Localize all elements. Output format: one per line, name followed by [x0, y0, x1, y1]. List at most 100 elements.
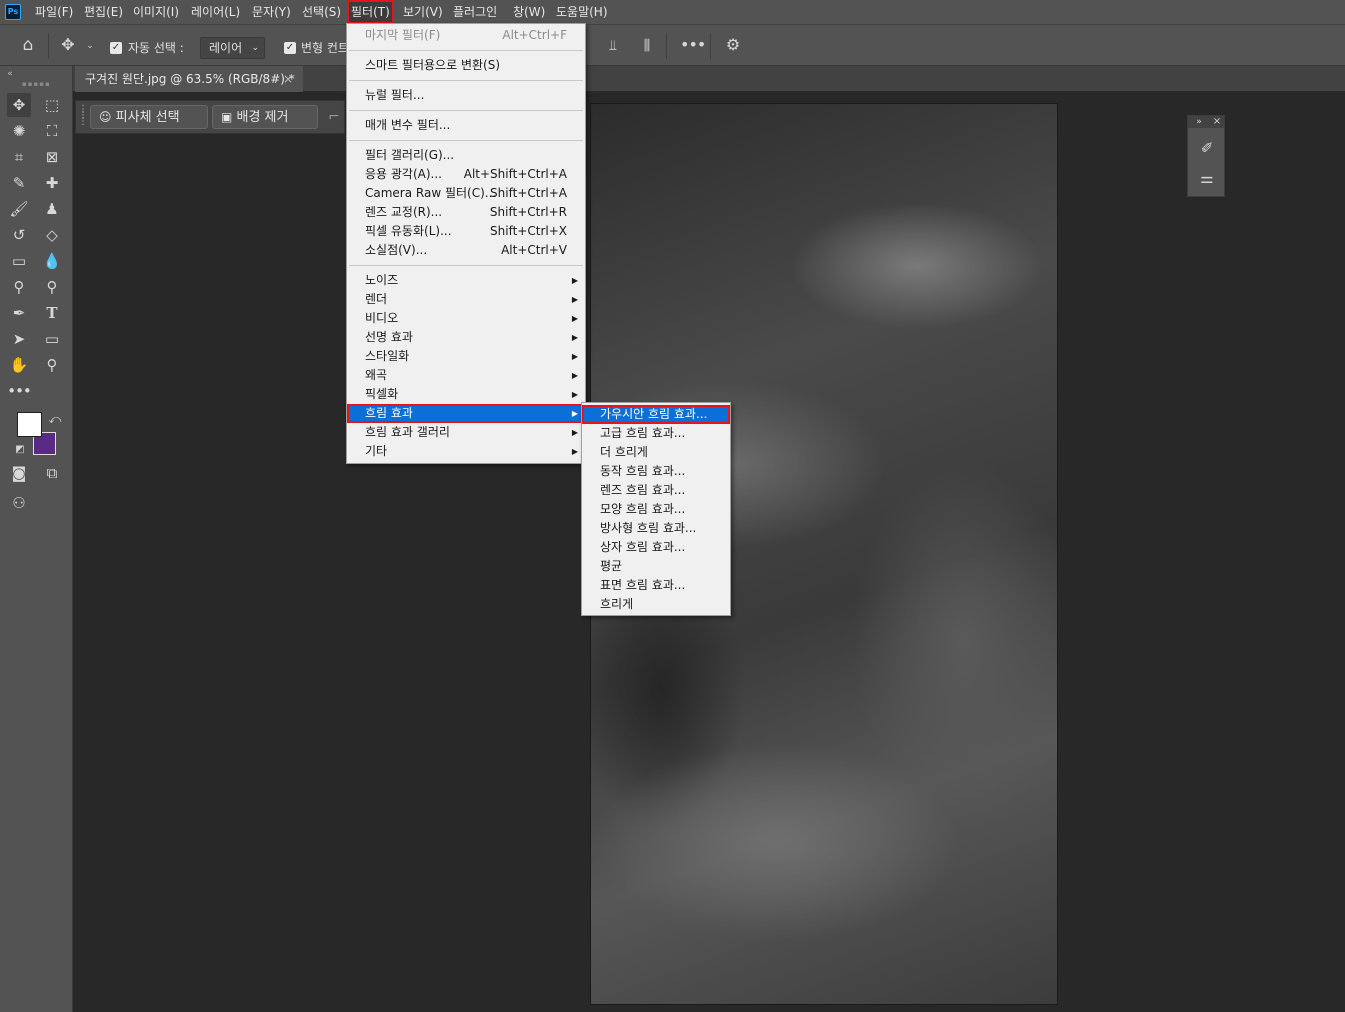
- menu-view[interactable]: 보기(V): [403, 0, 443, 24]
- eraser-tool[interactable]: ◇: [40, 223, 64, 247]
- swap-colors-icon[interactable]: ⤺: [48, 411, 62, 427]
- blur-submenu-item[interactable]: 동작 흐림 효과...: [582, 462, 730, 481]
- blur-submenu-item[interactable]: 렌즈 흐림 효과...: [582, 481, 730, 500]
- remove-background-button[interactable]: ▣ 배경 제거: [212, 105, 318, 129]
- menu-item-label: 픽셀화: [365, 387, 399, 401]
- chevron-down-icon[interactable]: ⌄: [84, 38, 96, 54]
- filter-menu-item[interactable]: 왜곡 ▶: [347, 366, 585, 385]
- select-subject-button[interactable]: ☺ 피사체 선택: [90, 105, 208, 129]
- pen-tool[interactable]: ✒: [7, 301, 31, 325]
- menu-layer[interactable]: 레이어(L): [191, 0, 240, 24]
- eyedropper-tool[interactable]: ✎: [7, 171, 31, 195]
- blur-submenu-item[interactable]: 흐리게: [582, 595, 730, 614]
- filter-menu-item[interactable]: 노이즈 ▶: [347, 271, 585, 290]
- object-selection-tool[interactable]: ⛶: [40, 119, 64, 143]
- menu-edit[interactable]: 편집(E): [84, 0, 123, 24]
- blur-submenu-item[interactable]: 모양 흐림 효과...: [582, 500, 730, 519]
- type-tool[interactable]: T: [40, 301, 64, 325]
- menu-item-label: 렌더: [365, 292, 388, 306]
- filter-menu-item: 마지막 필터(F) Alt+Ctrl+F: [347, 26, 585, 45]
- menu-image[interactable]: 이미지(I): [133, 0, 179, 24]
- blur-submenu-item[interactable]: 방사형 흐림 효과...: [582, 519, 730, 538]
- filter-menu-item[interactable]: 뉴럴 필터...: [347, 86, 585, 105]
- document-tab[interactable]: 구겨진 원단.jpg @ 63.5% (RGB/8#) * ×: [75, 66, 303, 92]
- more-tools-icon[interactable]: •••: [7, 379, 32, 403]
- more-options-icon[interactable]: •••: [680, 37, 706, 53]
- filter-menu-item[interactable]: 소실점(V)... Alt+Ctrl+V: [347, 241, 585, 260]
- edit-toolbar-icon[interactable]: ⚇: [7, 491, 31, 515]
- submenu-arrow-icon: ▶: [571, 371, 578, 380]
- home-icon[interactable]: ⌂: [18, 37, 38, 54]
- crop-icon[interactable]: ⌐: [326, 109, 342, 125]
- align-bottom-icon[interactable]: ⫫: [604, 38, 622, 54]
- expand-panels-icon[interactable]: »: [1193, 114, 1205, 130]
- collapse-panel-icon[interactable]: «: [4, 66, 16, 82]
- menu-item-shortcut: Shift+Ctrl+X: [490, 224, 567, 238]
- filter-menu-item[interactable]: 흐림 효과 ▶: [347, 404, 585, 423]
- menu-item-label: 응용 광각(A)...: [365, 167, 442, 181]
- clone-stamp-tool[interactable]: ♟: [40, 197, 64, 221]
- filter-menu-item[interactable]: 픽셀화 ▶: [347, 385, 585, 404]
- filter-menu-item[interactable]: 렌즈 교정(R)... Shift+Ctrl+R: [347, 203, 585, 222]
- filter-menu-item[interactable]: 응용 광각(A)... Alt+Shift+Ctrl+A: [347, 165, 585, 184]
- menu-item-label: 방사형 흐림 효과...: [600, 521, 697, 535]
- zoom-burn-icon[interactable]: ⚲: [40, 275, 64, 299]
- rectangle-tool[interactable]: ▭: [40, 327, 64, 351]
- crop-tool[interactable]: ⌗: [7, 145, 31, 169]
- foreground-color-swatch[interactable]: [17, 412, 42, 437]
- quick-mask-icon[interactable]: ◙: [7, 461, 31, 485]
- menu-type[interactable]: 문자(Y): [252, 0, 291, 24]
- blur-submenu-item[interactable]: 고급 흐림 효과...: [582, 424, 730, 443]
- close-icon[interactable]: ×: [1211, 114, 1223, 130]
- filter-menu-item[interactable]: 필터 갤러리(G)...: [347, 146, 585, 165]
- distribute-icon[interactable]: ⫼: [638, 38, 656, 54]
- marquee-tool[interactable]: ⬚: [40, 93, 64, 117]
- menu-select[interactable]: 선택(S): [302, 0, 341, 24]
- filter-menu-item[interactable]: 비디오 ▶: [347, 309, 585, 328]
- menu-filter[interactable]: 필터(T): [347, 0, 394, 24]
- zoom-tool[interactable]: ⚲: [40, 353, 64, 377]
- screen-mode-icon[interactable]: ⧉: [40, 461, 64, 485]
- grip-icon[interactable]: ▪▪▪▪▪: [22, 76, 50, 92]
- grip-icon[interactable]: ⋮ ⋮ ⋮: [78, 105, 88, 127]
- auto-select-dropdown[interactable]: 레이어 ⌄: [200, 37, 265, 59]
- filter-menu-item[interactable]: 기타 ▶: [347, 442, 585, 461]
- filter-menu-item[interactable]: 픽셀 유동화(L)... Shift+Ctrl+X: [347, 222, 585, 241]
- filter-menu-item[interactable]: 렌더 ▶: [347, 290, 585, 309]
- transform-controls-checkbox[interactable]: ✓: [284, 42, 296, 54]
- adjustments-icon[interactable]: ⚌: [1196, 170, 1218, 186]
- gradient-tool[interactable]: ▭: [7, 249, 31, 273]
- person-icon: ☺: [99, 110, 112, 124]
- brush-tool[interactable]: 🖌: [7, 197, 31, 221]
- auto-select-checkbox[interactable]: ✓: [110, 42, 122, 54]
- gear-icon[interactable]: ⚙: [723, 37, 743, 53]
- path-selection-tool[interactable]: ➤: [7, 327, 31, 351]
- blur-submenu-item[interactable]: 상자 흐림 효과...: [582, 538, 730, 557]
- close-icon[interactable]: ×: [283, 66, 293, 92]
- frame-tool[interactable]: ⊠: [40, 145, 64, 169]
- quick-selection-tool[interactable]: ✺: [7, 119, 31, 143]
- history-brush-tool[interactable]: ↺: [7, 223, 31, 247]
- menu-help[interactable]: 도움말(H): [556, 0, 608, 24]
- menu-file[interactable]: 파일(F): [35, 0, 73, 24]
- blur-submenu-item[interactable]: 평균: [582, 557, 730, 576]
- filter-menu-item[interactable]: 흐림 효과 갤러리 ▶: [347, 423, 585, 442]
- blur-submenu-item[interactable]: 표면 흐림 효과...: [582, 576, 730, 595]
- filter-menu-item[interactable]: 스타일화 ▶: [347, 347, 585, 366]
- menu-window[interactable]: 창(W): [513, 0, 545, 24]
- move-tool[interactable]: ✥: [7, 93, 31, 117]
- hand-tool[interactable]: ✋: [7, 353, 31, 377]
- healing-brush-tool[interactable]: ✚: [40, 171, 64, 195]
- blur-submenu-item[interactable]: 가우시안 흐림 효과...: [582, 405, 730, 424]
- filter-menu-item[interactable]: 스마트 필터용으로 변환(S): [347, 56, 585, 75]
- blur-tool[interactable]: 💧: [40, 249, 64, 273]
- filter-menu-item[interactable]: Camera Raw 필터(C)... Shift+Ctrl+A: [347, 184, 585, 203]
- blur-submenu-item[interactable]: 더 흐리게: [582, 443, 730, 462]
- photoshop-logo: Ps: [5, 4, 21, 20]
- filter-menu-item[interactable]: 선명 효과 ▶: [347, 328, 585, 347]
- dodge-tool[interactable]: ⚲: [7, 275, 31, 299]
- brush-settings-icon[interactable]: ✐: [1196, 140, 1218, 156]
- filter-menu-item[interactable]: 매개 변수 필터...: [347, 116, 585, 135]
- menu-plugins[interactable]: 플러그인: [453, 0, 497, 24]
- default-colors-icon[interactable]: ◩: [14, 442, 26, 458]
